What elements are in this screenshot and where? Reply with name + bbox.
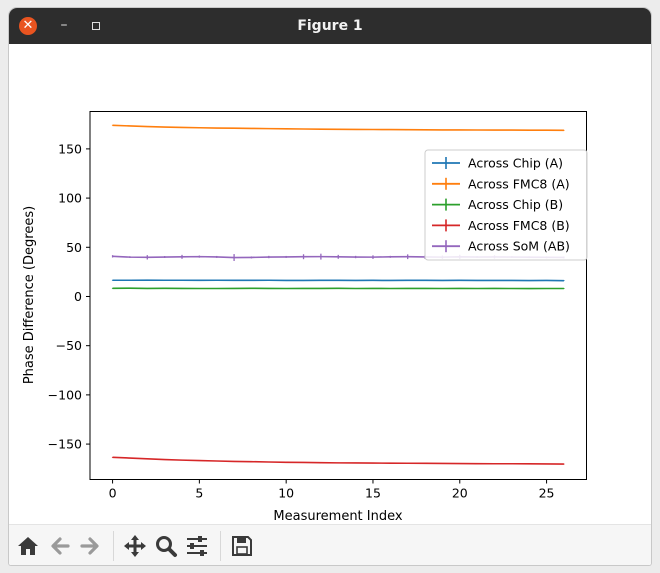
configure-subplots-icon — [187, 536, 207, 556]
y-tick-label: 0 — [74, 289, 82, 304]
zoom-icon — [156, 536, 177, 557]
configure-subplots-button[interactable] — [184, 533, 210, 559]
x-tick-label: 15 — [365, 486, 381, 501]
series-across-fmc8-a — [111, 124, 565, 132]
x-tick-label: 20 — [452, 486, 468, 501]
x-tick-label: 25 — [539, 486, 555, 501]
legend-label: Across FMC8 (A) — [468, 176, 570, 191]
pan-icon — [124, 535, 146, 557]
forward-button[interactable] — [77, 533, 103, 559]
window-title: Figure 1 — [297, 18, 363, 34]
save-button[interactable] — [229, 533, 255, 559]
toolbar-separator — [220, 531, 221, 561]
pan-button[interactable] — [122, 533, 148, 559]
back-arrow-icon — [51, 537, 70, 555]
home-icon — [18, 537, 38, 555]
home-button[interactable] — [15, 533, 41, 559]
forward-arrow-icon — [80, 537, 99, 555]
zoom-button[interactable] — [153, 533, 179, 559]
y-tick-label: 150 — [58, 141, 82, 156]
title-bar: ✕ – Figure 1 — [9, 8, 651, 44]
series-line — [112, 456, 564, 465]
toolbar-separator — [113, 531, 114, 561]
series-across-fmc8-b — [111, 456, 565, 465]
y-tick-label: 50 — [66, 240, 82, 255]
legend-label: Across SoM (AB) — [468, 239, 570, 254]
navigation-toolbar — [9, 524, 651, 565]
x-tick-label: 5 — [195, 486, 203, 501]
y-tick-label: −50 — [56, 338, 82, 353]
legend-label: Across FMC8 (B) — [468, 218, 570, 233]
legend-label: Across Chip (A) — [468, 156, 563, 171]
chart-canvas: 0 5 10 15 20 25 −150 −100 −50 0 50 100 150 Measureme… — [22, 111, 588, 524]
x-axis-label: Measurement Index — [273, 509, 402, 524]
legend: Across Chip (A) Across FMC8 (A) Across Chi… — [424, 149, 588, 261]
y-tick-label: −100 — [48, 387, 82, 402]
x-tick-label: 0 — [109, 486, 117, 501]
save-icon — [232, 536, 252, 556]
series-across-chip-a — [111, 279, 565, 282]
y-axis-label: Phase Difference (Degrees) — [22, 206, 37, 384]
legend-label: Across Chip (B) — [468, 197, 563, 212]
figure-window: ✕ – Figure 1 0 5 10 15 20 25 −150 −100 −50 0 50 100… — [9, 8, 651, 565]
series-across-chip-b — [111, 287, 565, 290]
x-tick-label: 10 — [278, 486, 294, 501]
y-tick-label: 100 — [58, 191, 82, 206]
y-tick-label: −150 — [48, 437, 82, 452]
series-line — [112, 124, 564, 132]
back-button[interactable] — [47, 533, 73, 559]
